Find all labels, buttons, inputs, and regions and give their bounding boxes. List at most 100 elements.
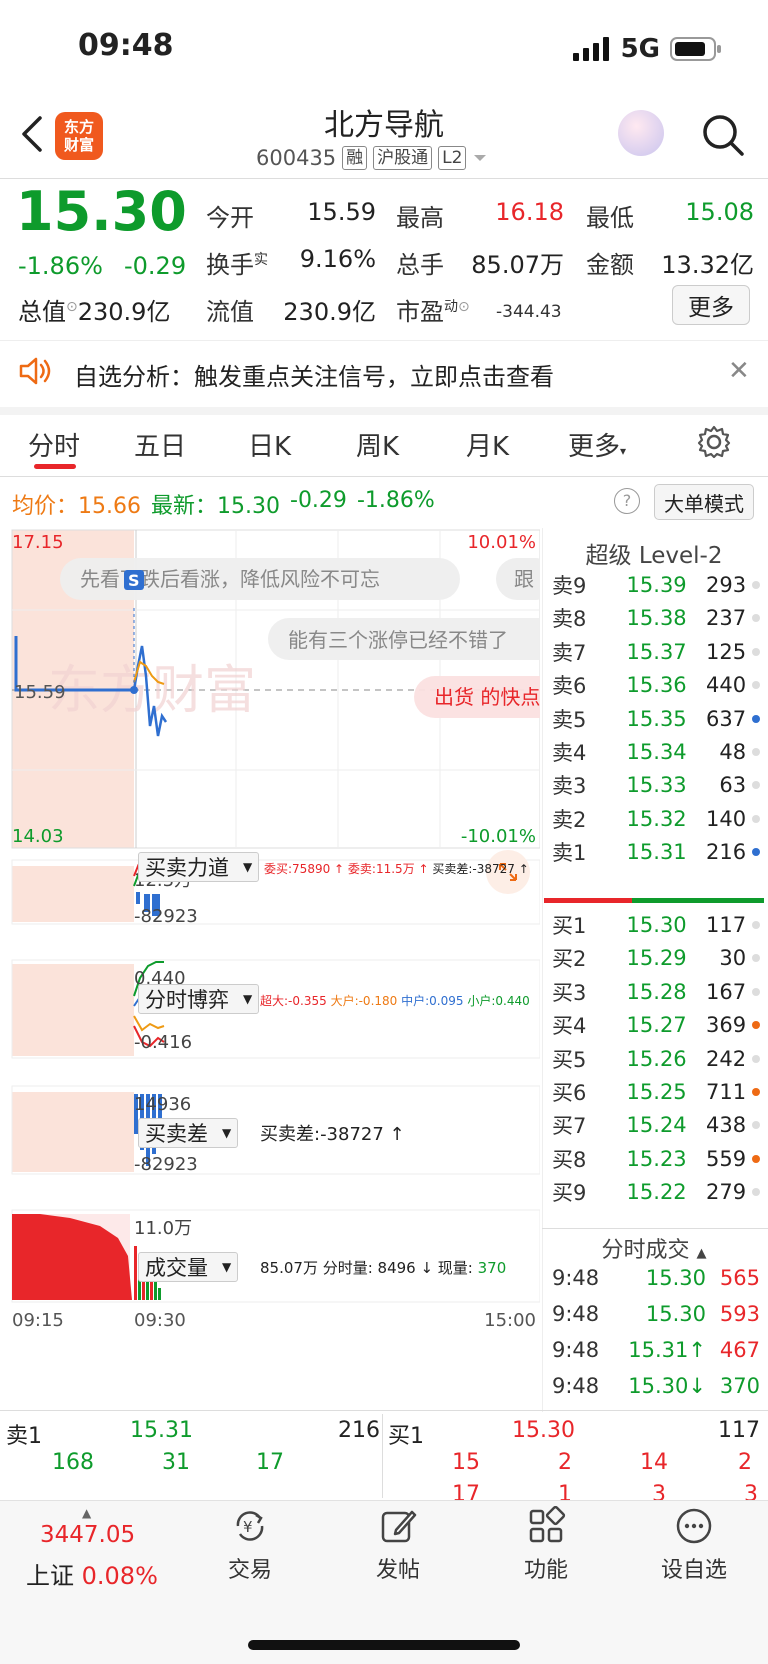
tick-row: 9:48 15.31↑ 467 bbox=[552, 1338, 760, 1362]
order-book-row[interactable]: 买1 15.30 117 bbox=[552, 908, 760, 942]
order-volume: 438 bbox=[705, 1113, 747, 1138]
game-mid: 中户:0.095 bbox=[401, 994, 464, 1008]
order-volume: 279 bbox=[705, 1180, 747, 1205]
order-book-row[interactable]: 买6 15.25 711 bbox=[552, 1075, 760, 1109]
order-book-row[interactable]: 卖4 15.34 48 bbox=[552, 735, 760, 769]
tab-trade[interactable]: ¥ 交易 bbox=[200, 1506, 300, 1584]
order-book-row[interactable]: 卖8 15.38 237 bbox=[552, 601, 760, 635]
order-level-label: 买2 bbox=[552, 947, 587, 972]
order-book-row[interactable]: 买2 15.29 30 bbox=[552, 941, 760, 975]
robot-assistant-icon[interactable] bbox=[618, 110, 664, 156]
strip-sell-label: 卖1 bbox=[6, 1424, 42, 1449]
settings-gear-icon[interactable] bbox=[696, 424, 732, 460]
order-book-row[interactable]: 买9 15.22 279 bbox=[552, 1175, 760, 1209]
order-book-row[interactable]: 卖5 15.35 637 bbox=[552, 702, 760, 736]
tick-divider bbox=[542, 1228, 768, 1229]
banner-text[interactable]: 自选分析：触发重点关注信号，立即点击查看 bbox=[74, 357, 554, 392]
order-book-row[interactable]: 买7 15.24 438 bbox=[552, 1108, 760, 1142]
force-indicator-select[interactable]: 买卖力道 ▼ bbox=[138, 852, 260, 882]
tab-add-watchlist[interactable]: 设自选 bbox=[644, 1506, 744, 1584]
status-time: 09:48 bbox=[78, 28, 174, 63]
index-widget[interactable]: 上证 0.08% bbox=[26, 1556, 158, 1591]
speaker-icon bbox=[19, 357, 51, 385]
order-volume: 167 bbox=[705, 979, 747, 1004]
edit-icon bbox=[381, 1510, 417, 1543]
tab-functions[interactable]: 功能 bbox=[496, 1506, 596, 1584]
diff-info: 买卖差:-38727 ↑ bbox=[260, 1124, 405, 1145]
caret-down-icon: ▼ bbox=[222, 1260, 232, 1274]
order-level-label: 卖5 bbox=[552, 707, 587, 732]
order-dot-icon bbox=[752, 987, 760, 996]
order-dot-icon bbox=[752, 681, 760, 690]
game-large: 大户:-0.180 bbox=[330, 994, 398, 1008]
strip-sell-price: 15.31 bbox=[130, 1418, 193, 1443]
order-book-row[interactable]: 卖7 15.37 125 bbox=[552, 635, 760, 669]
bubble-text-4: 跟 bbox=[514, 567, 534, 591]
order-level-label: 买7 bbox=[552, 1114, 587, 1139]
order-level-label: 卖4 bbox=[552, 741, 587, 765]
search-icon[interactable] bbox=[700, 112, 746, 158]
tab-active-underline bbox=[34, 464, 76, 469]
order-volume: 242 bbox=[705, 1046, 747, 1071]
tab-monthly-k[interactable]: 月K bbox=[466, 426, 509, 463]
tick-volume: 370 bbox=[719, 1374, 760, 1398]
order-dot-icon bbox=[752, 714, 760, 723]
time-axis-open: 09:30 bbox=[134, 1310, 186, 1331]
order-dot-icon bbox=[752, 921, 760, 929]
big-order-mode-button[interactable]: 大单模式 bbox=[654, 484, 754, 520]
order-book-row[interactable]: 卖6 15.36 440 bbox=[552, 668, 760, 702]
price-summary: 均价：15.66 最新：15.30 -0.29 -1.86% bbox=[12, 488, 435, 520]
index-name: 上证 bbox=[26, 1562, 74, 1590]
order-book-row[interactable]: 卖3 15.33 63 bbox=[552, 768, 760, 802]
volume-indicator-select[interactable]: 成交量 ▼ bbox=[138, 1252, 239, 1282]
tab-weekly-k[interactable]: 周K bbox=[356, 426, 399, 463]
game-indicator-select[interactable]: 分时博弈 ▼ bbox=[138, 984, 260, 1014]
order-book-row[interactable]: 买3 15.28 167 bbox=[552, 975, 760, 1009]
stock-code-row[interactable]: 600435 融 沪股通 L2 bbox=[256, 146, 488, 170]
order-book-row[interactable]: 卖1 15.31 216 bbox=[552, 835, 760, 869]
avg-label: 均价： bbox=[12, 494, 79, 519]
tick-volume: 565 bbox=[719, 1266, 760, 1290]
buy-queue-item: 3 bbox=[744, 1482, 758, 1500]
diff-axis-top: 14936 bbox=[134, 1094, 191, 1115]
tab-post[interactable]: 发帖 bbox=[348, 1506, 448, 1584]
ticks-title[interactable]: 分时成交 ▲ bbox=[540, 1232, 768, 1264]
help-icon[interactable]: ? bbox=[614, 488, 640, 514]
tab-post-label: 发帖 bbox=[375, 1558, 420, 1583]
tab-daily-k[interactable]: 日K bbox=[248, 426, 291, 463]
order-book-row[interactable]: 买8 15.23 559 bbox=[552, 1142, 760, 1176]
tab-five-day[interactable]: 五日 bbox=[134, 426, 186, 463]
connect-tag: 沪股通 bbox=[373, 146, 433, 170]
bubble-text-2: 能有三个涨停已经不错了 bbox=[288, 628, 508, 652]
game-small: 小户:0.440 bbox=[467, 994, 530, 1008]
tick-price: 15.30 bbox=[645, 1266, 706, 1290]
tab-intraday[interactable]: 分时 bbox=[28, 426, 80, 463]
order-dot-icon bbox=[752, 1088, 760, 1096]
order-volume: 440 bbox=[705, 673, 747, 698]
order-book-row[interactable]: 买5 15.26 242 bbox=[552, 1042, 760, 1076]
close-icon[interactable]: ✕ bbox=[728, 356, 750, 386]
order-level-label: 卖2 bbox=[552, 807, 587, 832]
order-book-title[interactable]: 超级 Level-2 bbox=[540, 536, 768, 570]
amount-value: 13.32亿 bbox=[661, 251, 754, 279]
order-price: 15.22 bbox=[626, 1180, 687, 1205]
status-indicators: 5G bbox=[572, 34, 722, 64]
tab-trade-label: 交易 bbox=[227, 1558, 272, 1583]
order-dot-icon bbox=[752, 1021, 760, 1030]
diff-axis-bottom: -82923 bbox=[134, 1154, 198, 1175]
index-value[interactable]: 3447.05 bbox=[40, 1522, 135, 1548]
order-book-row[interactable]: 卖2 15.32 140 bbox=[552, 802, 760, 836]
last-price: 15.30 bbox=[16, 180, 187, 243]
diff-indicator-select[interactable]: 买卖差 ▼ bbox=[138, 1118, 239, 1148]
order-book-row[interactable]: 买4 15.27 369 bbox=[552, 1008, 760, 1042]
info-icon: ⊙ bbox=[458, 299, 470, 315]
tick-time: 9:48 bbox=[552, 1266, 600, 1290]
force-label: 买卖力道 bbox=[145, 856, 229, 880]
pe-sup: 动 bbox=[444, 299, 458, 315]
stock-code: 600435 bbox=[256, 146, 337, 170]
order-book-row[interactable]: 卖9 15.39 293 bbox=[552, 568, 760, 602]
tab-more[interactable]: 更多▾ bbox=[568, 426, 626, 463]
buy-queue-item: 3 bbox=[652, 1482, 666, 1500]
more-button[interactable]: 更多 bbox=[672, 285, 750, 325]
order-level-label: 卖3 bbox=[552, 774, 587, 799]
